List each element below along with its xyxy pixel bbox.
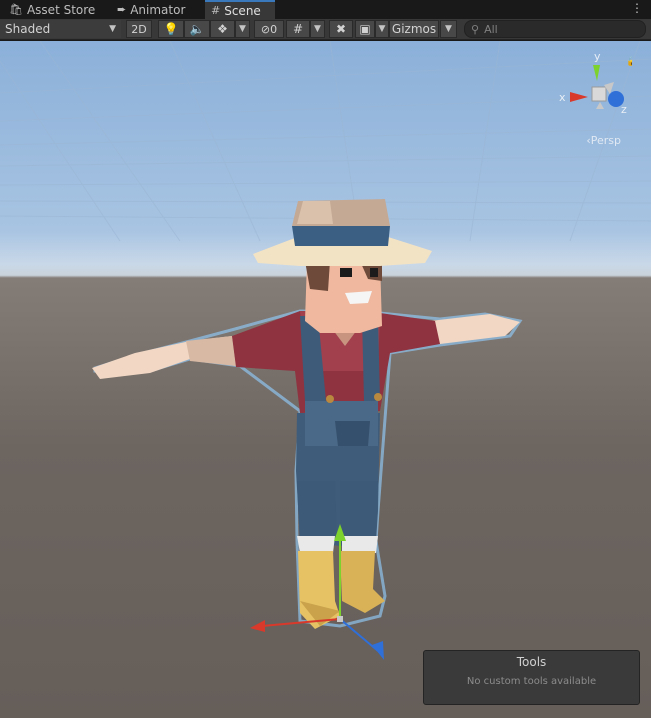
projection-label: Persp (590, 134, 621, 147)
lock-icon[interactable]: 🔒 (626, 56, 632, 67)
x-axis-label: x (559, 91, 566, 104)
grid-dropdown[interactable]: ▼ (310, 20, 325, 38)
gizmos-label: Gizmos (391, 22, 437, 36)
tab-label: Asset Store (26, 2, 96, 17)
grid-toggle-button[interactable]: # (286, 20, 310, 38)
tools-overlay-subtitle: No custom tools available (466, 676, 597, 687)
2d-toggle-button[interactable]: 2D (126, 20, 152, 38)
gizmos-button[interactable]: Gizmos (389, 20, 439, 38)
y-axis-cone[interactable] (593, 65, 600, 81)
tab-animator[interactable]: ➨ Animator (111, 0, 191, 19)
grid-icon: # (292, 22, 304, 36)
bag-icon: 🛍 (9, 3, 23, 16)
scene-grid-icon: # (211, 4, 221, 17)
shading-mode-dropdown[interactable]: Shaded ▼ (0, 20, 121, 38)
scene-search-input[interactable]: ⚲ All (464, 20, 646, 38)
scene-orientation-gizmo[interactable]: y x z 🔒 (556, 47, 632, 117)
z-axis-label: z (621, 103, 627, 116)
x-axis-cone[interactable] (570, 92, 588, 102)
animator-icon: ➨ (117, 3, 127, 16)
tab-label: Animator (130, 2, 186, 17)
shading-mode-label: Shaded (5, 22, 51, 36)
projection-toggle[interactable]: ‹Persp (586, 134, 621, 147)
chevron-down-icon: ▼ (239, 24, 246, 34)
lightbulb-icon: 💡 (163, 22, 179, 36)
tab-bar: 🛍 Asset Store ➨ Animator # Scene ⋮ (0, 0, 651, 19)
hidden-count: 0 (270, 22, 278, 36)
tools-overlay-panel[interactable]: Tools No custom tools available (423, 650, 640, 705)
search-placeholder: All (484, 22, 498, 36)
farmer-character[interactable] (0, 41, 651, 718)
search-icon: ⚲ (471, 22, 480, 36)
scene-toolbar: Shaded ▼ 2D 💡 🔈 ❖ ▼ ⊘ 0 # ▼ ✖ ▣ ▼ Gizmos… (0, 19, 651, 40)
more-options-icon[interactable]: ⋮ (631, 1, 643, 15)
2d-toggle-label: 2D (131, 22, 147, 36)
tools-toggle-button[interactable]: ✖ (329, 20, 353, 38)
camera-dropdown[interactable]: ▼ (375, 20, 389, 38)
gizmos-dropdown[interactable]: ▼ (440, 20, 457, 38)
chevron-down-icon: ▼ (445, 24, 452, 34)
scene-viewport[interactable]: y x z 🔒 ‹Persp Tools No custom tools ava… (0, 41, 651, 718)
speaker-icon: 🔈 (189, 22, 205, 36)
tab-asset-store[interactable]: 🛍 Asset Store (3, 0, 101, 19)
camera-icon: ▣ (359, 22, 371, 36)
tools-overlay-title: Tools (516, 655, 547, 669)
chevron-down-icon: ▼ (314, 24, 321, 34)
tab-scene[interactable]: # Scene (205, 0, 275, 19)
effects-toggle-button[interactable]: ❖ (210, 20, 235, 38)
chevron-down-icon: ▼ (378, 24, 386, 34)
effects-layers-icon: ❖ (217, 22, 228, 36)
lighting-toggle-button[interactable]: 💡 (158, 20, 184, 38)
hidden-objects-toggle[interactable]: ⊘ 0 (254, 20, 284, 38)
camera-button[interactable]: ▣ (355, 20, 375, 38)
y-axis-label: y (594, 50, 601, 63)
chevron-down-icon: ▼ (109, 24, 116, 34)
tab-label: Scene (224, 3, 261, 18)
audio-toggle-button[interactable]: 🔈 (184, 20, 210, 38)
eye-crossed-icon: ⊘ (260, 22, 271, 36)
effects-dropdown[interactable]: ▼ (235, 20, 250, 38)
tools-cross-icon: ✖ (335, 22, 347, 36)
